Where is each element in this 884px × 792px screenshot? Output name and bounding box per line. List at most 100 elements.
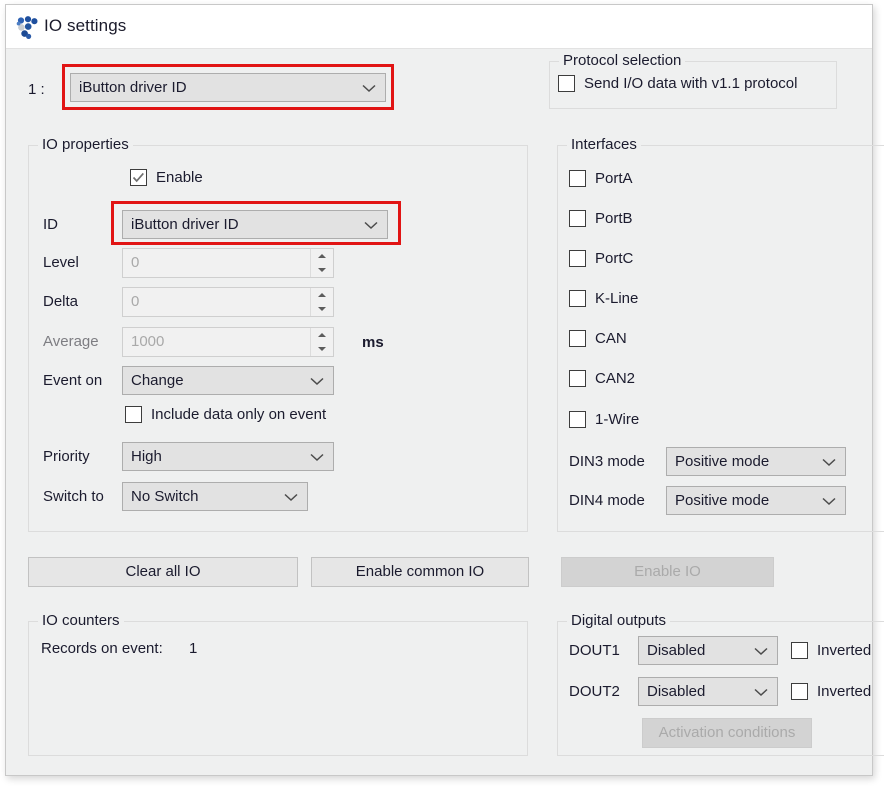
enable-checkbox[interactable] — [130, 169, 147, 186]
switch-to-value: No Switch — [131, 488, 199, 505]
porta-checkbox[interactable] — [569, 170, 586, 187]
enable-io-button: Enable IO — [561, 557, 774, 587]
io-select-combo[interactable]: iButton driver ID — [70, 73, 386, 102]
delta-value: 0 — [131, 293, 140, 310]
activation-conditions-button: Activation conditions — [642, 718, 812, 748]
records-on-event-value: 1 — [189, 640, 198, 657]
level-spin-buttons[interactable] — [310, 249, 333, 277]
id-label: ID — [43, 216, 58, 233]
chevron-down-icon — [822, 487, 836, 514]
kline-checkbox[interactable] — [569, 290, 586, 307]
client-area: 1 : iButton driver ID Protocol selection… — [6, 49, 884, 775]
priority-label: Priority — [43, 448, 90, 465]
dout2-inverted-label: Inverted — [817, 683, 872, 700]
chevron-down-icon — [364, 211, 378, 238]
enable-label: Enable — [156, 169, 203, 186]
din3-mode-value: Positive mode — [675, 453, 770, 470]
can-label: CAN — [595, 330, 627, 347]
id-value: iButton driver ID — [131, 216, 239, 233]
portc-label: PortC — [595, 250, 634, 267]
chevron-down-icon — [822, 448, 836, 475]
io-counters-title: IO counters — [38, 612, 124, 629]
kline-label: K-Line — [595, 290, 639, 307]
dots-cluster-icon — [16, 16, 40, 40]
chevron-down-icon — [362, 74, 376, 101]
delta-stepper[interactable]: 0 — [122, 287, 334, 317]
dout1-inverted-checkbox[interactable] — [791, 642, 808, 659]
porta-label: PortA — [595, 170, 633, 187]
io-settings-window: IO settings 1 : iButton driver ID Protoc… — [5, 4, 884, 776]
portb-label: PortB — [595, 210, 633, 227]
protocol-selection-title: Protocol selection — [559, 52, 686, 69]
clear-all-io-button[interactable]: Clear all IO — [28, 557, 298, 587]
spin-up-icon[interactable] — [311, 249, 333, 263]
dout1-inverted-label: Inverted — [817, 642, 872, 659]
dout2-inverted-checkbox[interactable] — [791, 683, 808, 700]
portc-checkbox[interactable] — [569, 250, 586, 267]
chevron-down-icon — [284, 483, 298, 510]
din4-mode-value: Positive mode — [675, 492, 770, 509]
window-title: IO settings — [44, 16, 127, 35]
onewire-label: 1-Wire — [595, 411, 640, 428]
can2-checkbox[interactable] — [569, 370, 586, 387]
average-value: 1000 — [131, 333, 165, 350]
can-checkbox[interactable] — [569, 330, 586, 347]
average-unit-label: ms — [362, 334, 384, 351]
include-data-label: Include data only on event — [151, 406, 327, 423]
dout2-combo[interactable]: Disabled — [638, 677, 778, 706]
chevron-down-icon — [754, 678, 768, 705]
interfaces-title: Interfaces — [567, 136, 641, 153]
id-combo[interactable]: iButton driver ID — [122, 210, 388, 239]
records-on-event-label: Records on event: — [41, 640, 163, 657]
din4-mode-combo[interactable]: Positive mode — [666, 486, 846, 515]
digital-outputs-group: Digital outputs DOUT1 Disabled Inverted … — [557, 612, 884, 756]
chevron-down-icon — [754, 637, 768, 664]
average-label: Average — [43, 333, 99, 350]
event-on-combo[interactable]: Change — [122, 366, 334, 395]
switch-to-combo[interactable]: No Switch — [122, 482, 308, 511]
spin-down-icon[interactable] — [311, 302, 333, 316]
din3-mode-combo[interactable]: Positive mode — [666, 447, 846, 476]
dout2-value: Disabled — [647, 683, 706, 700]
digital-outputs-title: Digital outputs — [567, 612, 671, 629]
din3-mode-label: DIN3 mode — [569, 453, 645, 470]
chevron-down-icon — [310, 367, 324, 394]
dout2-label: DOUT2 — [569, 683, 620, 700]
chevron-down-icon — [310, 443, 324, 470]
level-value: 0 — [131, 254, 140, 271]
level-stepper[interactable]: 0 — [122, 248, 334, 278]
title-bar: IO settings — [6, 5, 872, 49]
switch-to-label: Switch to — [43, 488, 104, 505]
spin-up-icon[interactable] — [311, 328, 333, 342]
io-index-label: 1 : — [28, 81, 45, 98]
io-select-value: iButton driver ID — [79, 79, 187, 96]
portb-checkbox[interactable] — [569, 210, 586, 227]
enable-common-io-button[interactable]: Enable common IO — [311, 557, 529, 587]
can2-label: CAN2 — [595, 370, 636, 387]
delta-label: Delta — [43, 293, 79, 310]
io-properties-title: IO properties — [38, 136, 133, 153]
priority-value: High — [131, 448, 162, 465]
event-on-value: Change — [131, 372, 184, 389]
io-counters-group: IO counters Records on event: 1 — [28, 612, 528, 756]
din4-mode-label: DIN4 mode — [569, 492, 645, 509]
average-spin-buttons[interactable] — [310, 328, 333, 356]
send-io-v11-label: Send I/O data with v1.1 protocol — [584, 75, 798, 92]
spin-down-icon[interactable] — [311, 263, 333, 277]
dout1-combo[interactable]: Disabled — [638, 636, 778, 665]
average-stepper[interactable]: 1000 — [122, 327, 334, 357]
spin-down-icon[interactable] — [311, 342, 333, 356]
onewire-checkbox[interactable] — [569, 411, 586, 428]
dout1-label: DOUT1 — [569, 642, 620, 659]
protocol-selection-group: Protocol selection Send I/O data with v1… — [549, 52, 837, 109]
level-label: Level — [43, 254, 79, 271]
include-data-checkbox[interactable] — [125, 406, 142, 423]
send-io-v11-checkbox[interactable] — [558, 75, 575, 92]
spin-up-icon[interactable] — [311, 288, 333, 302]
delta-spin-buttons[interactable] — [310, 288, 333, 316]
event-on-label: Event on — [43, 372, 103, 389]
interfaces-group: Interfaces PortA PortB PortC K-Line CAN … — [557, 136, 884, 532]
io-properties-group: IO properties Enable ID iButton driver I… — [28, 136, 528, 532]
dout1-value: Disabled — [647, 642, 706, 659]
priority-combo[interactable]: High — [122, 442, 334, 471]
